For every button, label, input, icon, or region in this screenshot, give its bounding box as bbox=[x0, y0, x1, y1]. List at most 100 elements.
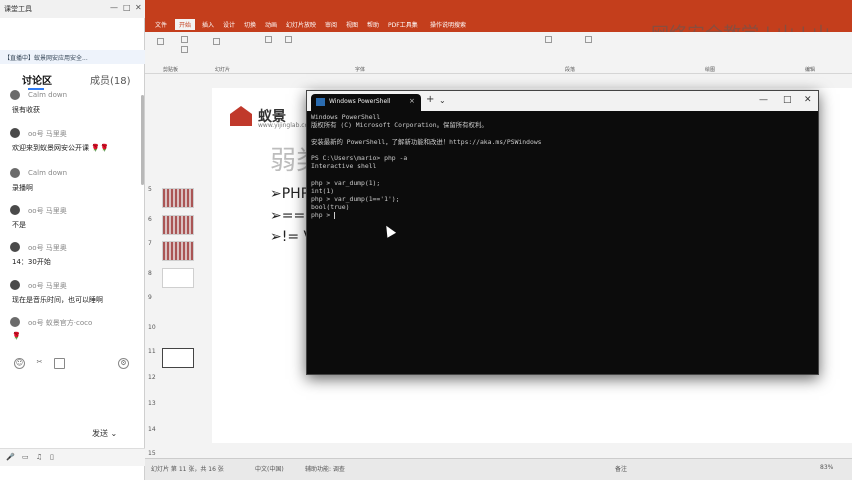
status-accessibility[interactable]: 辅助功能: 调查 bbox=[305, 464, 345, 473]
bold-icon[interactable] bbox=[285, 36, 292, 43]
terminal-prompt-line[interactable]: php > bbox=[311, 211, 811, 219]
terminal-line: Interactive shell bbox=[311, 162, 377, 171]
terminal-tab[interactable]: Windows PowerShell × bbox=[311, 94, 421, 111]
tab-home[interactable]: 开始 bbox=[175, 19, 196, 30]
terminal-line: PS C:\Users\mario> php -a bbox=[311, 153, 408, 162]
course-banner[interactable]: 【直播中】蚁景网安应用安全... bbox=[0, 50, 145, 64]
tab-close-icon[interactable]: × bbox=[409, 97, 415, 105]
terminal-line: 安装最新的 PowerShell，了解新功能和改进！https://aka.ms… bbox=[311, 137, 542, 146]
slide-thumbnail[interactable] bbox=[162, 241, 194, 261]
chevron-down-icon[interactable]: ⌄ bbox=[439, 96, 446, 105]
emoji-icon[interactable]: ☺ bbox=[14, 358, 25, 369]
tab-discussion[interactable]: 讨论区 bbox=[22, 72, 52, 87]
desktop: 课堂工具 — □ ✕ 【直播中】蚁景网安应用安全... 讨论区 成员(18) C… bbox=[0, 0, 852, 480]
terminal-line: Windows PowerShell bbox=[311, 113, 381, 121]
slide-thumbnail[interactable] bbox=[162, 215, 194, 235]
slide-thumbnail-selected[interactable] bbox=[162, 348, 194, 368]
active-tab-indicator bbox=[28, 88, 44, 90]
notes-button[interactable]: 备注 bbox=[615, 464, 627, 473]
avatar bbox=[10, 128, 20, 138]
close-icon[interactable]: ✕ bbox=[135, 3, 142, 12]
maximize-icon[interactable]: □ bbox=[123, 3, 131, 12]
slide-number: 8 bbox=[148, 270, 152, 277]
tab-members[interactable]: 成员(18) bbox=[90, 72, 131, 87]
company-logo-icon bbox=[230, 106, 252, 126]
chat-toolbar: ☺ ✂ ⚙ bbox=[0, 356, 145, 372]
music-icon[interactable]: ♫ bbox=[36, 453, 42, 461]
chat-tabs: 讨论区 成员(18) bbox=[0, 68, 145, 90]
terminal-prompt: php > bbox=[311, 211, 335, 220]
slide-number: 9 bbox=[148, 294, 152, 301]
cut-icon[interactable] bbox=[181, 36, 188, 43]
tab-file[interactable]: 文件 bbox=[155, 20, 167, 29]
terminal-tab-title: Windows PowerShell bbox=[329, 98, 391, 105]
screen-icon[interactable]: ▯ bbox=[50, 453, 54, 461]
message-author: oo号 马里奥 bbox=[28, 130, 67, 138]
mic-icon[interactable]: 🎤 bbox=[6, 453, 15, 461]
minimize-icon[interactable]: — bbox=[110, 3, 118, 12]
slide-number: 10 bbox=[148, 324, 156, 331]
tab-design[interactable]: 设计 bbox=[223, 20, 235, 29]
slide-thumbnail[interactable] bbox=[162, 268, 194, 288]
minimize-icon[interactable]: — bbox=[759, 95, 768, 105]
new-tab-icon[interactable]: + bbox=[426, 95, 434, 105]
slide-number: 6 bbox=[148, 216, 152, 223]
tab-pdf-tools[interactable]: PDF工具集 bbox=[388, 20, 418, 29]
camera-icon[interactable]: ▭ bbox=[22, 453, 29, 461]
tab-help[interactable]: 帮助 bbox=[367, 20, 379, 29]
slide-number: 13 bbox=[148, 400, 156, 407]
scissors-icon[interactable]: ✂ bbox=[34, 358, 45, 369]
settings-icon[interactable]: ⚙ bbox=[118, 358, 129, 369]
ribbon-group-paragraph: 段落 bbox=[565, 67, 576, 73]
send-button[interactable]: 发送 ⌄ bbox=[92, 428, 117, 439]
paste-icon[interactable] bbox=[157, 38, 164, 45]
slide-bullet: ➢PHP bbox=[270, 186, 310, 202]
powershell-window[interactable]: Windows PowerShell × + ⌄ — □ ✕ Windows P… bbox=[306, 90, 819, 375]
maximize-icon[interactable]: □ bbox=[783, 95, 792, 105]
status-slide-count: 幻灯片 第 11 张，共 16 张 bbox=[151, 466, 224, 473]
send-label: 发送 bbox=[92, 429, 108, 438]
bullets-icon[interactable] bbox=[585, 36, 592, 43]
tab-review[interactable]: 审阅 bbox=[325, 20, 337, 29]
terminal-line: int(1) bbox=[311, 186, 335, 195]
close-icon[interactable]: ✕ bbox=[804, 95, 812, 105]
image-icon[interactable] bbox=[54, 358, 65, 369]
tab-view[interactable]: 视图 bbox=[346, 20, 358, 29]
send-options-chevron-icon[interactable]: ⌄ bbox=[111, 429, 118, 438]
terminal-line: 版权所有 (C) Microsoft Corporation。保留所有权利。 bbox=[311, 121, 488, 130]
slide-thumbnails: 5 6 7 8 9 10 11 12 13 14 15 bbox=[145, 76, 205, 457]
slide-number: 5 bbox=[148, 186, 152, 193]
terminal-titlebar[interactable]: Windows PowerShell × + ⌄ — □ ✕ bbox=[307, 91, 818, 111]
copy-icon[interactable] bbox=[181, 46, 188, 53]
align-icon[interactable] bbox=[545, 36, 552, 43]
ribbon-group-drawing: 绘图 bbox=[705, 67, 716, 73]
message-text: 14：30开始 bbox=[12, 258, 51, 266]
chat-window-title: 课堂工具 bbox=[4, 5, 32, 13]
new-slide-icon[interactable] bbox=[213, 38, 220, 45]
chat-panel: 课堂工具 — □ ✕ 【直播中】蚁景网安应用安全... 讨论区 成员(18) C… bbox=[0, 0, 145, 480]
tab-slideshow[interactable]: 幻灯片放映 bbox=[286, 20, 316, 29]
tab-insert[interactable]: 插入 bbox=[202, 20, 214, 29]
message-text: 不是 bbox=[12, 221, 26, 229]
ppt-ribbon: 剪贴板 幻灯片 字体 段落 绘图 编辑 bbox=[145, 32, 852, 74]
font-icon[interactable] bbox=[265, 36, 272, 43]
avatar bbox=[10, 280, 20, 290]
chat-bottom-bar: 🎤 ▭ ♫ ▯ bbox=[0, 448, 145, 466]
tell-me-search[interactable]: 操作说明搜索 bbox=[430, 20, 466, 29]
message-text: 欢迎来到蚁景网安公开课 🌹🌹 bbox=[12, 143, 109, 153]
slide-number: 12 bbox=[148, 374, 156, 381]
terminal-output[interactable]: Windows PowerShell 版权所有 (C) Microsoft Co… bbox=[311, 113, 811, 371]
message-text-content: 欢迎来到蚁景网安公开课 bbox=[12, 144, 89, 152]
avatar bbox=[10, 317, 20, 327]
chat-scrollbar[interactable] bbox=[141, 95, 144, 185]
tab-animations[interactable]: 动画 bbox=[265, 20, 277, 29]
message-author: oo号 马里奥 bbox=[28, 282, 67, 290]
avatar bbox=[10, 90, 20, 100]
tab-transitions[interactable]: 切换 bbox=[244, 20, 256, 29]
text-cursor bbox=[334, 211, 336, 219]
terminal-line: php > var_dump(1); bbox=[311, 178, 381, 187]
zoom-level[interactable]: 83% bbox=[820, 464, 833, 471]
ribbon-group-editing: 编辑 bbox=[805, 67, 816, 73]
slide-thumbnail[interactable] bbox=[162, 188, 194, 208]
